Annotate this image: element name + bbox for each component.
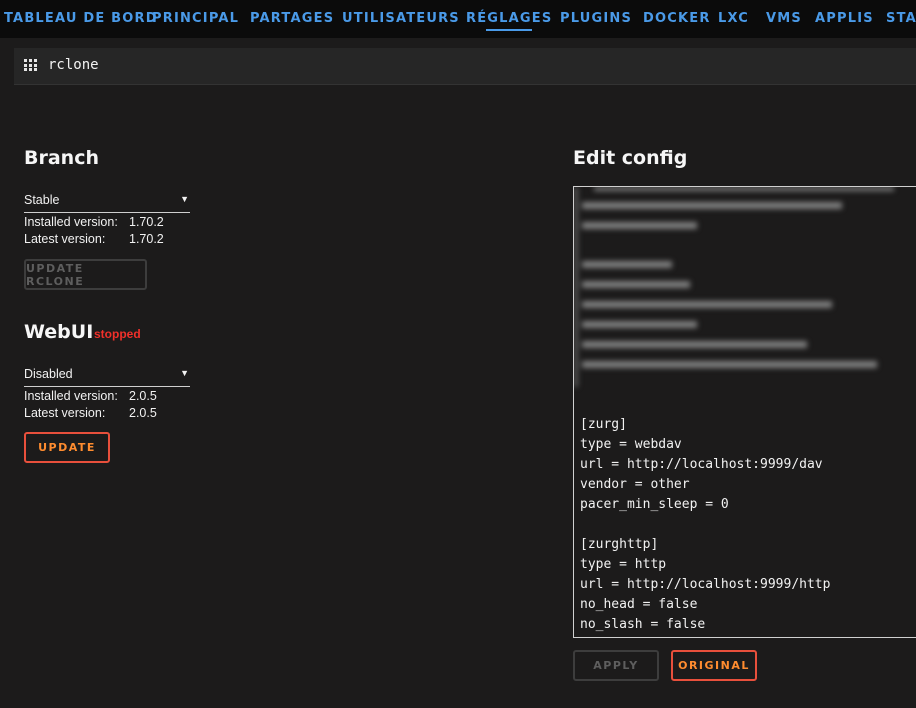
apply-button[interactable]: APPLY [573, 650, 659, 681]
nav-utilisateurs[interactable]: UTILISATEURS [342, 11, 460, 26]
latest-version-label: Latest version: [24, 406, 106, 420]
latest-version-value: 2.0.5 [129, 406, 157, 420]
webui-select[interactable]: Disabled ▼ [24, 365, 190, 387]
branch-select-value: Stable [24, 193, 60, 207]
installed-version-value: 2.0.5 [129, 389, 157, 403]
nav-lxc[interactable]: LXC [718, 11, 749, 26]
webui-select-value: Disabled [24, 367, 73, 381]
update-rclone-button[interactable]: UPDATE RCLONE [24, 259, 147, 290]
redacted-config-region [574, 187, 916, 399]
caret-down-icon: ▼ [180, 194, 189, 204]
nav-docker[interactable]: DOCKER [643, 11, 711, 26]
nav-tableau-de-bord[interactable]: TABLEAU DE BORD [4, 11, 158, 26]
config-text[interactable]: [zurg] type = webdav url = http://localh… [580, 415, 830, 635]
nav-reglages[interactable]: RÉGLAGES [466, 11, 552, 31]
page-title-bar: rclone [14, 48, 916, 85]
branch-select[interactable]: Stable ▼ [24, 191, 190, 213]
page-title: rclone [48, 57, 99, 73]
latest-version-value: 1.70.2 [129, 232, 164, 246]
grid-icon [24, 59, 38, 71]
branch-latest-version: Latest version: 1.70.2 [24, 232, 164, 246]
webui-status-badge: stopped [94, 327, 141, 341]
webui-heading: WebUI [24, 321, 94, 343]
caret-down-icon: ▼ [180, 368, 189, 378]
installed-version-label: Installed version: [24, 215, 118, 229]
original-button[interactable]: ORIGINAL [671, 650, 757, 681]
nav-vms[interactable]: VMS [766, 11, 802, 26]
webui-latest-version: Latest version: 2.0.5 [24, 406, 157, 420]
installed-version-label: Installed version: [24, 389, 118, 403]
branch-installed-version: Installed version: 1.70.2 [24, 215, 164, 229]
edit-config-heading: Edit config [573, 147, 688, 169]
update-webui-button[interactable]: UPDATE [24, 432, 110, 463]
installed-version-value: 1.70.2 [129, 215, 164, 229]
nav-stats[interactable]: STATS [886, 11, 916, 26]
nav-principal[interactable]: PRINCIPAL [152, 11, 239, 26]
nav-applis[interactable]: APPLIS [815, 11, 874, 26]
top-navigation: TABLEAU DE BORD PRINCIPAL PARTAGES UTILI… [0, 0, 916, 38]
nav-plugins[interactable]: PLUGINS [560, 11, 632, 26]
nav-partages[interactable]: PARTAGES [250, 11, 334, 26]
latest-version-label: Latest version: [24, 232, 106, 246]
webui-installed-version: Installed version: 2.0.5 [24, 389, 157, 403]
config-editor[interactable]: [zurg] type = webdav url = http://localh… [573, 186, 916, 638]
branch-heading: Branch [24, 147, 99, 169]
